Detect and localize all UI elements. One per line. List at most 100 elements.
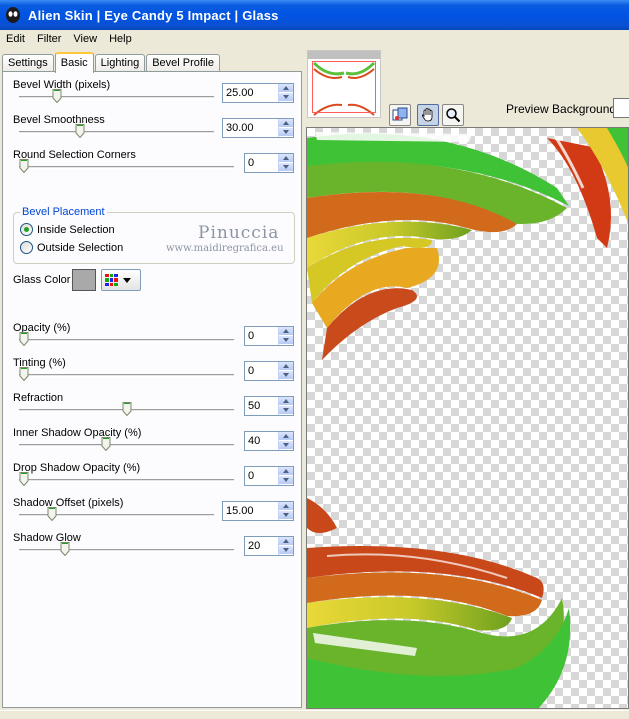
tinting-value[interactable]: 0 xyxy=(245,362,278,380)
magnifier-icon xyxy=(446,108,461,123)
menu-edit[interactable]: Edit xyxy=(0,30,31,48)
opacity-slider-thumb[interactable] xyxy=(19,332,29,347)
bevel-width-value[interactable]: 25.00 xyxy=(223,84,278,102)
tab-lighting[interactable]: Lighting xyxy=(94,54,146,72)
zoom-tool-button[interactable] xyxy=(442,104,464,126)
bevel-smoothness-slider-thumb[interactable] xyxy=(75,124,85,139)
bevel-smoothness-control: Bevel Smoothness 30.00 xyxy=(11,114,297,146)
drop-shadow-opacity-track[interactable] xyxy=(19,479,234,482)
shadow-offset-slider-thumb[interactable] xyxy=(47,507,57,522)
drop-shadow-opacity-control: Drop Shadow Opacity (%) 0 xyxy=(11,462,297,494)
tab-basic[interactable]: Basic xyxy=(54,52,94,73)
refraction-down-button[interactable] xyxy=(279,406,293,415)
status-strip xyxy=(0,710,629,719)
title-bar: Alien Skin | Eye Candy 5 Impact | Glass xyxy=(0,0,629,30)
shadow-glow-track[interactable] xyxy=(19,549,234,552)
round-corners-slider-thumb[interactable] xyxy=(19,159,29,174)
preview-tool-button[interactable] xyxy=(389,104,411,126)
inside-selection-radio[interactable] xyxy=(20,223,33,236)
window-title: Alien Skin | Eye Candy 5 Impact | Glass xyxy=(28,7,279,23)
bevel-smoothness-up-button[interactable] xyxy=(279,119,293,128)
opacity-up-button[interactable] xyxy=(279,327,293,336)
shadow-glow-slider-thumb[interactable] xyxy=(60,542,70,557)
refraction-up-button[interactable] xyxy=(279,397,293,406)
glass-effect-preview-image xyxy=(307,128,628,708)
refraction-spinbox[interactable]: 50 xyxy=(244,396,294,416)
bevel-width-down-button[interactable] xyxy=(279,93,293,102)
bevel-smoothness-spinbox[interactable]: 30.00 xyxy=(222,118,294,138)
inside-selection-option[interactable]: Inside Selection xyxy=(20,223,115,236)
refraction-value[interactable]: 50 xyxy=(245,397,278,415)
opacity-value[interactable]: 0 xyxy=(245,327,278,345)
tinting-down-button[interactable] xyxy=(279,371,293,380)
drop-shadow-opacity-label: Drop Shadow Opacity (%) xyxy=(13,462,141,474)
watermark-site: www.maidiregrafica.eu xyxy=(166,243,284,254)
hand-tool-button[interactable] xyxy=(417,104,439,126)
bevel-width-slider-thumb[interactable] xyxy=(52,89,62,104)
tab-bevel-profile[interactable]: Bevel Profile xyxy=(146,54,220,72)
outside-selection-radio[interactable] xyxy=(20,241,33,254)
menu-filter[interactable]: Filter xyxy=(31,30,67,48)
shadow-glow-control: Shadow Glow 20 xyxy=(11,532,297,564)
bevel-width-spinbox[interactable]: 25.00 xyxy=(222,83,294,103)
thumbnail-view-frame[interactable] xyxy=(312,61,376,113)
bevel-width-up-button[interactable] xyxy=(279,84,293,93)
shadow-offset-spinbox[interactable]: 15.00 xyxy=(222,501,294,521)
shadow-glow-value[interactable]: 20 xyxy=(245,537,278,555)
tinting-slider-thumb[interactable] xyxy=(19,367,29,382)
drop-shadow-opacity-spinbox[interactable]: 0 xyxy=(244,466,294,486)
inner-shadow-opacity-slider-thumb[interactable] xyxy=(101,437,111,452)
round-corners-value[interactable]: 0 xyxy=(245,154,278,172)
menu-bar: Edit Filter View Help xyxy=(0,30,629,48)
tab-strip: Settings Basic Lighting Bevel Profile xyxy=(2,52,221,73)
drop-shadow-opacity-value[interactable]: 0 xyxy=(245,467,278,485)
preview-background-swatch[interactable] xyxy=(613,98,629,118)
outside-selection-label[interactable]: Outside Selection xyxy=(37,242,123,254)
menu-view[interactable]: View xyxy=(67,30,103,48)
drop-shadow-opacity-slider-thumb[interactable] xyxy=(19,472,29,487)
shadow-glow-label: Shadow Glow xyxy=(13,532,81,544)
navigator-thumbnail[interactable] xyxy=(307,50,381,118)
inner-shadow-opacity-value[interactable]: 40 xyxy=(245,432,278,450)
glass-color-control: Glass Color xyxy=(13,269,293,293)
bevel-smoothness-track[interactable] xyxy=(19,131,214,134)
inner-shadow-opacity-down-button[interactable] xyxy=(279,441,293,450)
refraction-slider-thumb[interactable] xyxy=(122,402,132,417)
tinting-spinbox[interactable]: 0 xyxy=(244,361,294,381)
opacity-spinbox[interactable]: 0 xyxy=(244,326,294,346)
alien-skin-logo-icon xyxy=(4,6,22,24)
round-corners-track[interactable] xyxy=(19,166,234,169)
menu-help[interactable]: Help xyxy=(103,30,138,48)
inner-shadow-opacity-spinbox[interactable]: 40 xyxy=(244,431,294,451)
glass-color-label: Glass Color xyxy=(13,274,71,286)
opacity-down-button[interactable] xyxy=(279,336,293,345)
shadow-offset-up-button[interactable] xyxy=(279,502,293,511)
outside-selection-option[interactable]: Outside Selection xyxy=(20,241,123,254)
glass-color-swatch[interactable] xyxy=(72,269,96,291)
tab-settings[interactable]: Settings xyxy=(2,54,54,72)
drop-shadow-opacity-up-button[interactable] xyxy=(279,467,293,476)
shadow-glow-up-button[interactable] xyxy=(279,537,293,546)
inner-shadow-opacity-up-button[interactable] xyxy=(279,432,293,441)
round-corners-up-button[interactable] xyxy=(279,154,293,163)
round-corners-control: Round Selection Corners 0 xyxy=(11,149,297,181)
preview-canvas[interactable] xyxy=(306,127,629,709)
color-palette-button[interactable] xyxy=(101,269,141,291)
bevel-smoothness-value[interactable]: 30.00 xyxy=(223,119,278,137)
shadow-offset-down-button[interactable] xyxy=(279,511,293,520)
inner-shadow-opacity-track[interactable] xyxy=(19,444,234,447)
opacity-control: Opacity (%) 0 xyxy=(11,322,297,354)
opacity-track[interactable] xyxy=(19,339,234,342)
tinting-track[interactable] xyxy=(19,374,234,377)
round-corners-spinbox[interactable]: 0 xyxy=(244,153,294,173)
bevel-smoothness-down-button[interactable] xyxy=(279,128,293,137)
shadow-glow-spinbox[interactable]: 20 xyxy=(244,536,294,556)
bevel-width-track[interactable] xyxy=(19,96,214,99)
round-corners-down-button[interactable] xyxy=(279,163,293,172)
inside-selection-label[interactable]: Inside Selection xyxy=(37,224,115,236)
tinting-up-button[interactable] xyxy=(279,362,293,371)
shadow-glow-down-button[interactable] xyxy=(279,546,293,555)
drop-shadow-opacity-down-button[interactable] xyxy=(279,476,293,485)
preview-background-label: Preview Background: xyxy=(506,102,620,116)
shadow-offset-value[interactable]: 15.00 xyxy=(223,502,278,520)
